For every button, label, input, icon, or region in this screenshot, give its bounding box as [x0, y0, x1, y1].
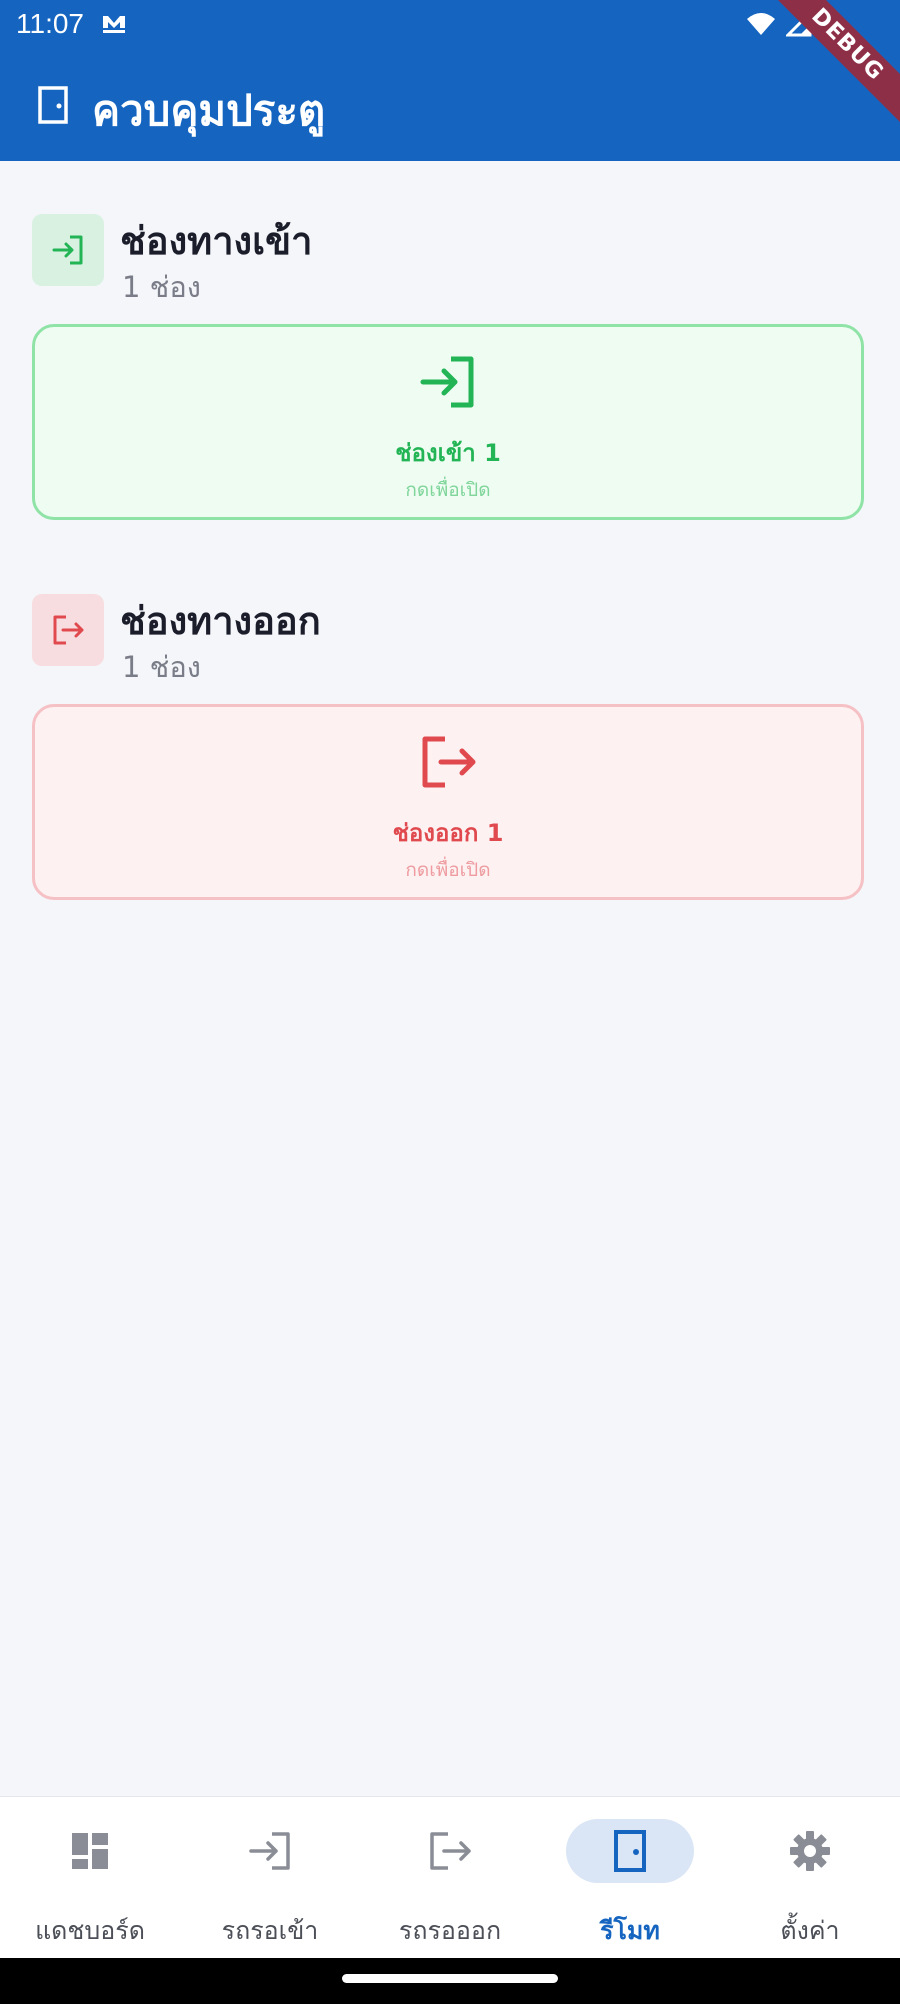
- page-title: ควบคุมประตู: [92, 86, 326, 135]
- gate-name: ช่องเข้า 1: [395, 439, 501, 467]
- bottom-navigation: แดชบอร์ด รถรอเข้า รถรอออก รีโมท ตั้งค่า: [0, 1796, 900, 1959]
- exit-section-header: ช่องทางออก 1 ช่อง: [32, 594, 872, 684]
- exit-section-title: ช่องทางออก: [120, 599, 321, 643]
- nav-item-dashboard[interactable]: แดชบอร์ด: [0, 1797, 180, 1959]
- dashboard-icon: [72, 1833, 108, 1869]
- entry-section-count: 1 ช่อง: [122, 270, 201, 304]
- nav-item-remote[interactable]: รีโมท: [540, 1797, 720, 1959]
- gear-icon: [790, 1831, 830, 1871]
- nav-label: รีโมท: [600, 1916, 660, 1945]
- gate-hint: กดเพื่อเปิด: [405, 479, 491, 501]
- nav-active-indicator: [566, 1819, 694, 1883]
- wifi-icon: [747, 13, 775, 35]
- nav-label: ตั้งค่า: [780, 1916, 840, 1945]
- status-time: 11:07: [16, 8, 84, 39]
- logout-icon: [422, 736, 476, 788]
- logout-icon: [53, 615, 84, 645]
- exit-section-count: 1 ช่อง: [122, 650, 201, 684]
- entry-gate-1-button[interactable]: ช่องเข้า 1 กดเพื่อเปิด: [32, 324, 864, 520]
- gate-hint: กดเพื่อเปิด: [405, 859, 491, 881]
- nav-item-waiting-entry[interactable]: รถรอเข้า: [180, 1797, 360, 1959]
- entry-section-title: ช่องทางเข้า: [120, 219, 313, 263]
- nav-item-settings[interactable]: ตั้งค่า: [720, 1797, 900, 1959]
- exit-gate-1-button[interactable]: ช่องออก 1 กดเพื่อเปิด: [32, 704, 864, 900]
- exit-section-icon-box: [32, 594, 104, 666]
- entry-section-icon-box: [32, 214, 104, 286]
- gate-name: ช่องออก 1: [392, 819, 504, 847]
- login-icon: [420, 356, 474, 408]
- system-navigation-bar: [0, 1958, 900, 2004]
- door-icon: [614, 1830, 646, 1872]
- home-indicator[interactable]: [342, 1974, 558, 1983]
- entry-section-header: ช่องทางเข้า 1 ช่อง: [32, 214, 872, 304]
- nav-item-waiting-exit[interactable]: รถรอออก: [360, 1797, 540, 1959]
- nav-label: รถรอเข้า: [221, 1916, 319, 1945]
- status-bar: 11:07: [0, 0, 900, 48]
- login-icon: [249, 1832, 290, 1870]
- nav-label: รถรอออก: [398, 1916, 502, 1945]
- door-icon: [38, 86, 68, 124]
- login-icon: [52, 235, 83, 265]
- logout-icon: [430, 1832, 471, 1870]
- app-bar: ควบคุมประตู: [0, 48, 900, 161]
- app-notification-icon: [103, 16, 125, 33]
- nav-label: แดชบอร์ด: [35, 1916, 145, 1945]
